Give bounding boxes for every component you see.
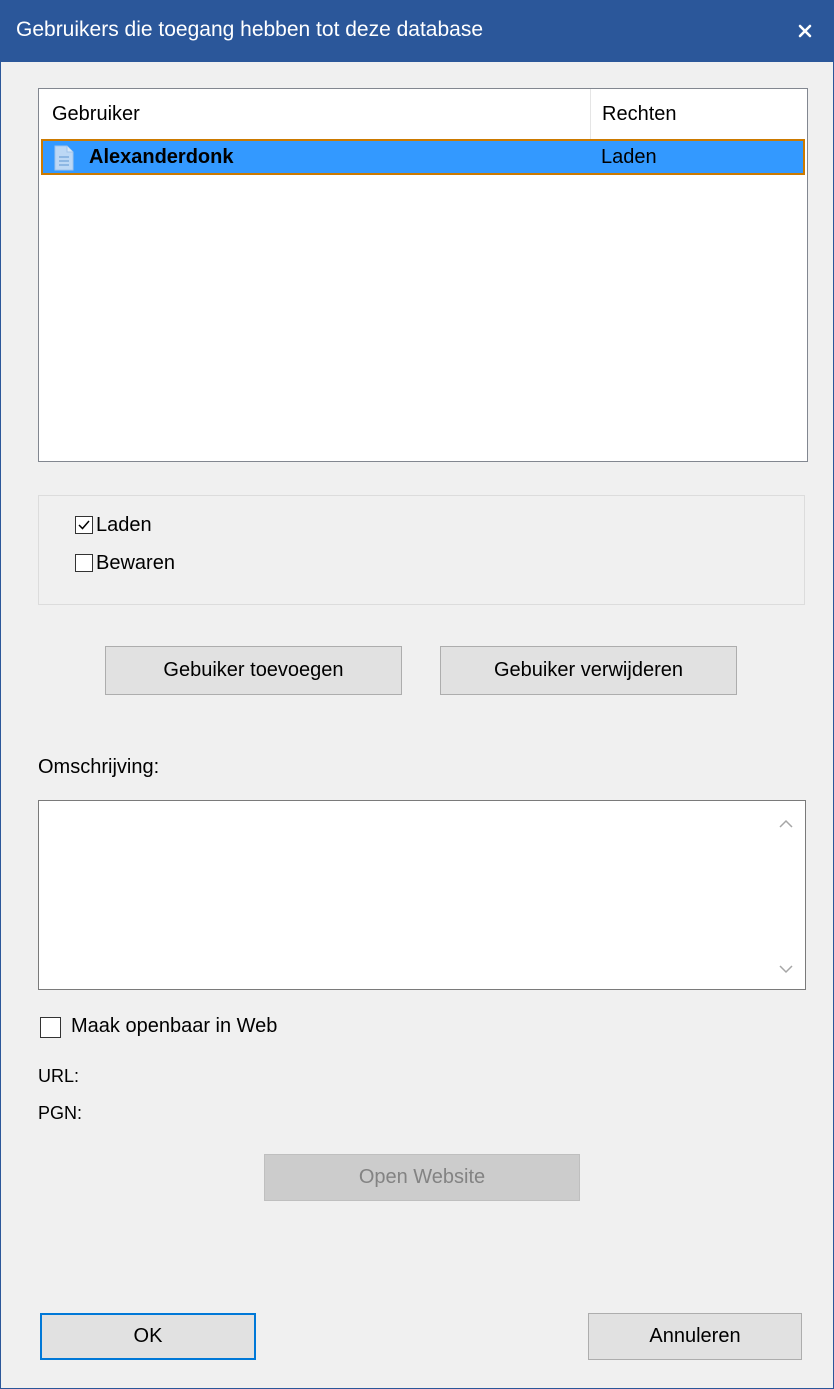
scroll-up-icon[interactable] [779, 816, 793, 834]
url-label: URL: [38, 1066, 80, 1086]
column-header-rights[interactable]: Rechten [592, 89, 807, 139]
description-label: Omschrijving: [38, 756, 160, 778]
user-rights: Laden [601, 146, 657, 168]
load-checkbox-label[interactable]: Laden [96, 514, 152, 537]
close-icon [798, 24, 812, 38]
permissions-group: Laden Bewaren [38, 495, 805, 605]
database-file-icon [54, 145, 74, 176]
ok-button[interactable]: OK [40, 1313, 256, 1360]
column-header-user[interactable]: Gebruiker [39, 89, 591, 139]
cancel-button[interactable]: Annuleren [588, 1313, 802, 1360]
add-user-button[interactable]: Gebuiker toevoegen [105, 646, 402, 695]
user-name: Alexanderdonk [89, 146, 234, 168]
description-textarea[interactable] [38, 800, 806, 990]
scroll-down-icon[interactable] [779, 961, 793, 979]
load-checkbox[interactable] [75, 516, 93, 534]
close-button[interactable] [776, 0, 834, 62]
users-list[interactable]: Gebruiker Rechten Alexanderdonk Laden [38, 88, 808, 462]
pgn-label: PGN: [38, 1103, 83, 1123]
web-public-label[interactable]: Maak openbaar in Web [71, 1015, 277, 1038]
save-checkbox-label[interactable]: Bewaren [96, 552, 175, 575]
web-public-checkbox[interactable] [40, 1017, 61, 1038]
list-header: Gebruiker Rechten [39, 89, 807, 139]
list-item[interactable]: Alexanderdonk Laden [41, 139, 805, 175]
save-checkbox[interactable] [75, 554, 93, 572]
checkmark-icon [78, 520, 90, 530]
title-bar: Gebruikers die toegang hebben tot deze d… [0, 0, 834, 62]
open-website-button[interactable]: Open Website [264, 1154, 580, 1201]
dialog-title: Gebruikers die toegang hebben tot deze d… [16, 18, 484, 41]
remove-user-button[interactable]: Gebuiker verwijderen [440, 646, 737, 695]
